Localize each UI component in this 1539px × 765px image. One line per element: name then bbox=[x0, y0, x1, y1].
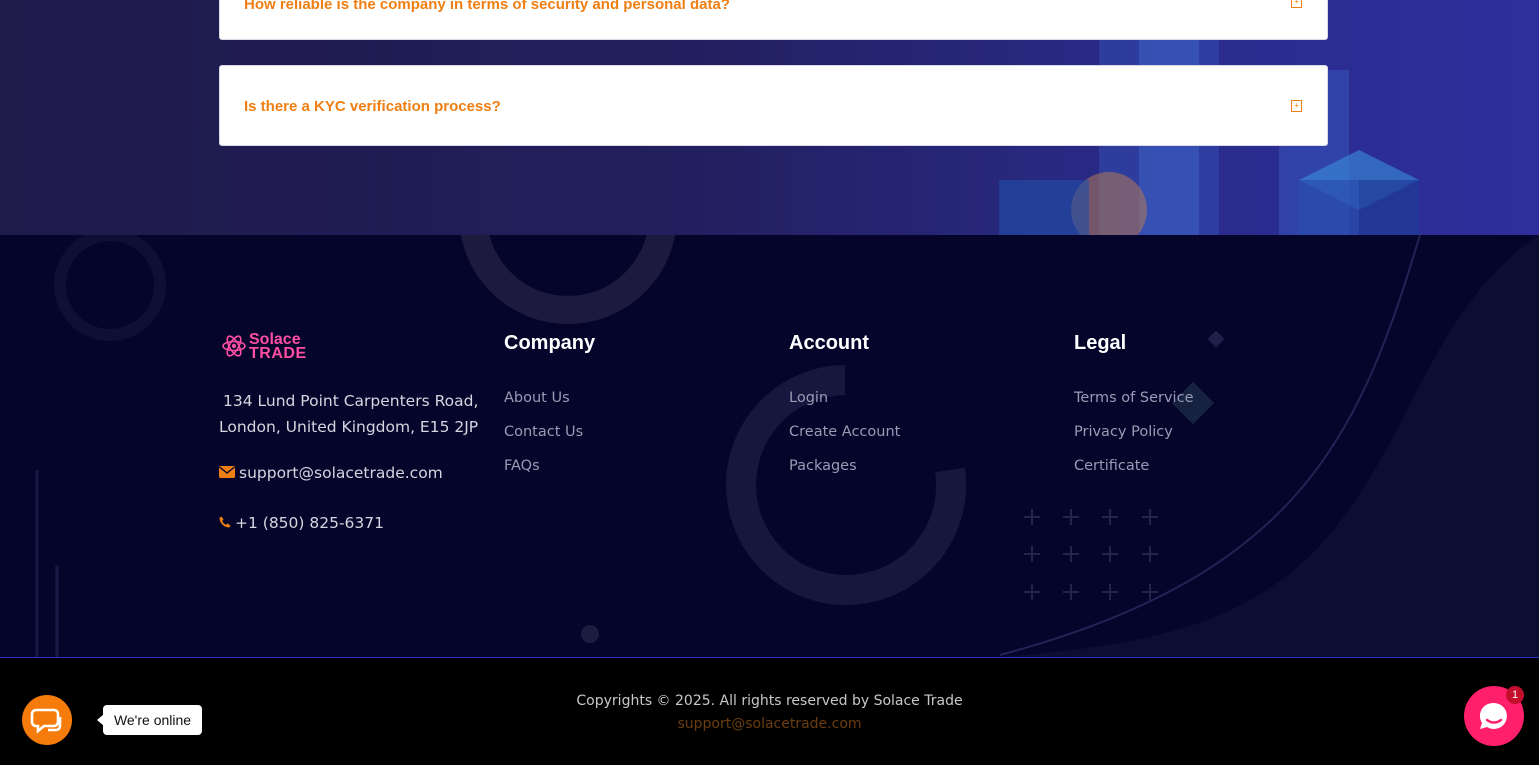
column-title: Account bbox=[789, 332, 869, 354]
brand-name-line2: TRADE bbox=[249, 345, 307, 362]
footer: Solace TRADE 134 Lund Point Carpenters R… bbox=[0, 235, 1539, 657]
column-title: Company bbox=[504, 332, 596, 354]
phone-icon bbox=[219, 516, 231, 532]
copyright-text: Copyrights © 2025. All rights reserved b… bbox=[576, 693, 963, 709]
brand-logo[interactable]: Solace TRADE bbox=[221, 332, 316, 362]
footer-background-decoration bbox=[35, 235, 1539, 657]
address-line: 134 Lund Point Carpenters Road, bbox=[223, 392, 479, 410]
atom-icon bbox=[222, 335, 246, 357]
faq-item[interactable]: How reliable is the company in terms of … bbox=[219, 0, 1328, 40]
company-address: 134 Lund Point Carpenters Road, London, … bbox=[219, 388, 489, 440]
expand-icon[interactable]: + bbox=[1291, 100, 1302, 112]
footer-email[interactable]: support@solacetrade.com bbox=[219, 464, 443, 482]
expand-icon[interactable]: + bbox=[1291, 0, 1302, 8]
faq-question[interactable]: Is there a KYC verification process? bbox=[244, 98, 501, 115]
footer-link-login[interactable]: Login bbox=[789, 390, 828, 406]
footer-link-certificate[interactable]: Certificate bbox=[1074, 458, 1149, 474]
footer-phone-text[interactable]: +1 (850) 825-6371 bbox=[235, 514, 384, 532]
copyright-email-link[interactable]: support@solacetrade.com bbox=[0, 716, 1539, 732]
footer-link-terms-of-service[interactable]: Terms of Service bbox=[1074, 390, 1193, 406]
footer-link-contact-us[interactable]: Contact Us bbox=[504, 424, 583, 440]
envelope-icon bbox=[219, 466, 235, 482]
live-chat-button[interactable] bbox=[22, 695, 72, 745]
footer-link-create-account[interactable]: Create Account bbox=[789, 424, 900, 440]
online-status-label[interactable]: We're online bbox=[97, 705, 202, 735]
footer-link-packages[interactable]: Packages bbox=[789, 458, 857, 474]
copyright-bar: Copyrights © 2025. All rights reserved b… bbox=[0, 657, 1539, 765]
address-line: London, United Kingdom, E15 2JP bbox=[219, 418, 479, 436]
footer-phone[interactable]: +1 (850) 825-6371 bbox=[219, 514, 384, 532]
faq-question[interactable]: How reliable is the company in terms of … bbox=[244, 0, 730, 13]
column-title: Legal bbox=[1074, 332, 1127, 354]
faq-section: How reliable is the company in terms of … bbox=[0, 0, 1539, 235]
footer-link-faqs[interactable]: FAQs bbox=[504, 458, 540, 474]
footer-email-text[interactable]: support@solacetrade.com bbox=[239, 464, 443, 482]
footer-link-about-us[interactable]: About Us bbox=[504, 390, 570, 406]
footer-link-privacy-policy[interactable]: Privacy Policy bbox=[1074, 424, 1173, 440]
faq-item[interactable]: Is there a KYC verification process? + bbox=[219, 65, 1328, 146]
chat-bubbles-icon bbox=[30, 708, 62, 734]
unread-count-badge: 1 bbox=[1506, 686, 1524, 704]
